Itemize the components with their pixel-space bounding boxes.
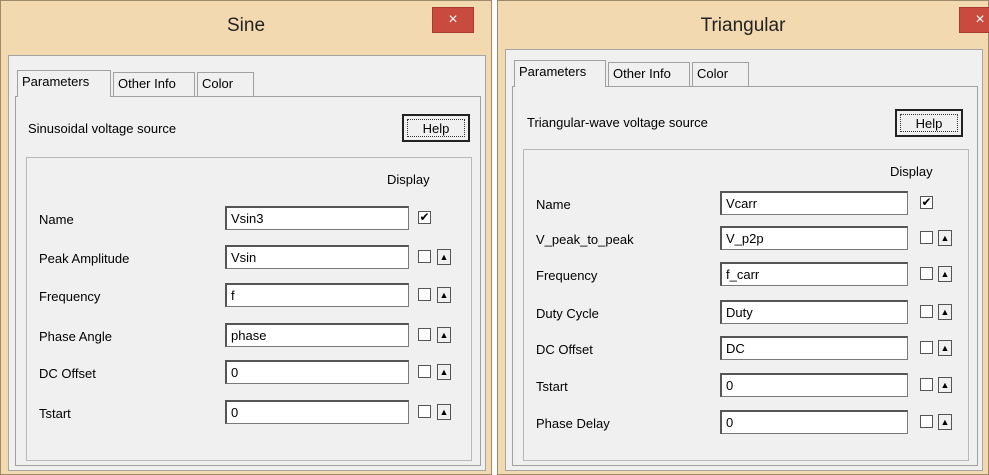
param-label-tstart: Tstart: [536, 379, 568, 394]
dropdown-arrow-icon[interactable]: ▲: [437, 327, 451, 343]
dialog-title: Sine: [226, 15, 266, 36]
phase-angle-input[interactable]: phase: [225, 323, 409, 347]
param-label-frequency: Frequency: [39, 289, 101, 304]
param-label-name: Name: [536, 197, 571, 212]
tab-other-info[interactable]: Other Info: [113, 72, 195, 96]
tstart-input[interactable]: 0: [720, 373, 908, 397]
param-label-peak-amplitude: Peak Amplitude: [39, 251, 130, 266]
display-checkbox-name[interactable]: ✔: [920, 196, 933, 209]
display-header: Display: [387, 172, 430, 187]
name-input[interactable]: Vsin3: [225, 206, 409, 230]
peak-amplitude-input[interactable]: Vsin: [225, 245, 409, 269]
param-label-duty-cycle: Duty Cycle: [536, 306, 599, 321]
name-input[interactable]: Vcarr: [720, 191, 908, 215]
display-checkbox-phase-delay[interactable]: [920, 415, 933, 428]
display-checkbox-tstart[interactable]: [418, 405, 431, 418]
param-label-phase-delay: Phase Delay: [536, 416, 610, 431]
param-label-frequency: Frequency: [536, 268, 598, 283]
v-peak-to-peak-input[interactable]: V_p2p: [720, 226, 908, 250]
help-label: Help: [900, 114, 958, 132]
tstart-input[interactable]: 0: [225, 400, 409, 424]
dropdown-arrow-icon[interactable]: ▲: [938, 340, 952, 356]
param-label-v-peak-to-peak: V_peak_to_peak: [536, 232, 634, 247]
dc-offset-input[interactable]: 0: [225, 360, 409, 384]
dropdown-arrow-icon[interactable]: ▲: [938, 377, 952, 393]
tab-other-info[interactable]: Other Info: [608, 62, 690, 86]
dropdown-arrow-icon[interactable]: ▲: [938, 266, 952, 282]
tab-color[interactable]: Color: [692, 62, 749, 86]
display-checkbox-frequency[interactable]: [920, 267, 933, 280]
source-description: Sinusoidal voltage source: [28, 121, 177, 136]
tab-panel: Parameters Other Info Color Triangular-w…: [505, 49, 983, 471]
display-checkbox-duty-cycle[interactable]: [920, 305, 933, 318]
param-label-dc-offset: DC Offset: [39, 366, 96, 381]
close-icon[interactable]: ×: [432, 7, 474, 33]
param-label-dc-offset: DC Offset: [536, 342, 593, 357]
dropdown-arrow-icon[interactable]: ▲: [437, 404, 451, 420]
tab-parameters[interactable]: Parameters: [514, 60, 606, 87]
phase-delay-input[interactable]: 0: [720, 410, 908, 434]
dropdown-arrow-icon[interactable]: ▲: [437, 287, 451, 303]
display-checkbox-tstart[interactable]: [920, 378, 933, 391]
display-checkbox-name[interactable]: ✔: [418, 211, 431, 224]
dropdown-arrow-icon[interactable]: ▲: [938, 230, 952, 246]
duty-cycle-input[interactable]: Duty: [720, 300, 908, 324]
parameters-content: Triangular-wave voltage source Help Disp…: [512, 86, 978, 466]
frequency-input[interactable]: f_carr: [720, 262, 908, 286]
help-label: Help: [407, 119, 465, 137]
display-header: Display: [890, 164, 933, 179]
close-icon[interactable]: ×: [959, 7, 989, 33]
param-label-phase-angle: Phase Angle: [39, 329, 113, 344]
display-checkbox-dc-offset[interactable]: [418, 365, 431, 378]
tab-color[interactable]: Color: [197, 72, 254, 96]
parameters-content: Sinusoidal voltage source Help Display N…: [15, 96, 481, 466]
dropdown-arrow-icon[interactable]: ▲: [938, 304, 952, 320]
help-button[interactable]: Help: [895, 109, 963, 137]
param-label-name: Name: [39, 212, 74, 227]
source-description: Triangular-wave voltage source: [527, 115, 708, 130]
title-bar[interactable]: Triangular ×: [498, 1, 989, 49]
dialog-title: Triangular: [700, 15, 786, 36]
help-button[interactable]: Help: [402, 114, 470, 142]
tab-parameters[interactable]: Parameters: [17, 70, 111, 97]
display-checkbox-phase-angle[interactable]: [418, 328, 431, 341]
parameter-group: Display Name Vsin3 ✔ Peak Amplitude Vsin…: [26, 157, 472, 461]
dropdown-arrow-icon[interactable]: ▲: [437, 364, 451, 380]
param-label-tstart: Tstart: [39, 406, 71, 421]
display-checkbox-v-peak-to-peak[interactable]: [920, 231, 933, 244]
dc-offset-input[interactable]: DC: [720, 336, 908, 360]
triangular-dialog: Triangular × Parameters Other Info Color…: [497, 0, 989, 475]
display-checkbox-dc-offset[interactable]: [920, 341, 933, 354]
tab-panel: Parameters Other Info Color Sinusoidal v…: [8, 55, 486, 471]
frequency-input[interactable]: f: [225, 283, 409, 307]
dropdown-arrow-icon[interactable]: ▲: [938, 414, 952, 430]
display-checkbox-frequency[interactable]: [418, 288, 431, 301]
title-bar[interactable]: Sine ×: [1, 1, 491, 49]
sine-dialog: Sine × Parameters Other Info Color Sinus…: [0, 0, 492, 475]
dropdown-arrow-icon[interactable]: ▲: [437, 249, 451, 265]
parameter-group: Display Name Vcarr ✔ V_peak_to_peak V_p2…: [523, 149, 969, 461]
display-checkbox-peak-amplitude[interactable]: [418, 250, 431, 263]
